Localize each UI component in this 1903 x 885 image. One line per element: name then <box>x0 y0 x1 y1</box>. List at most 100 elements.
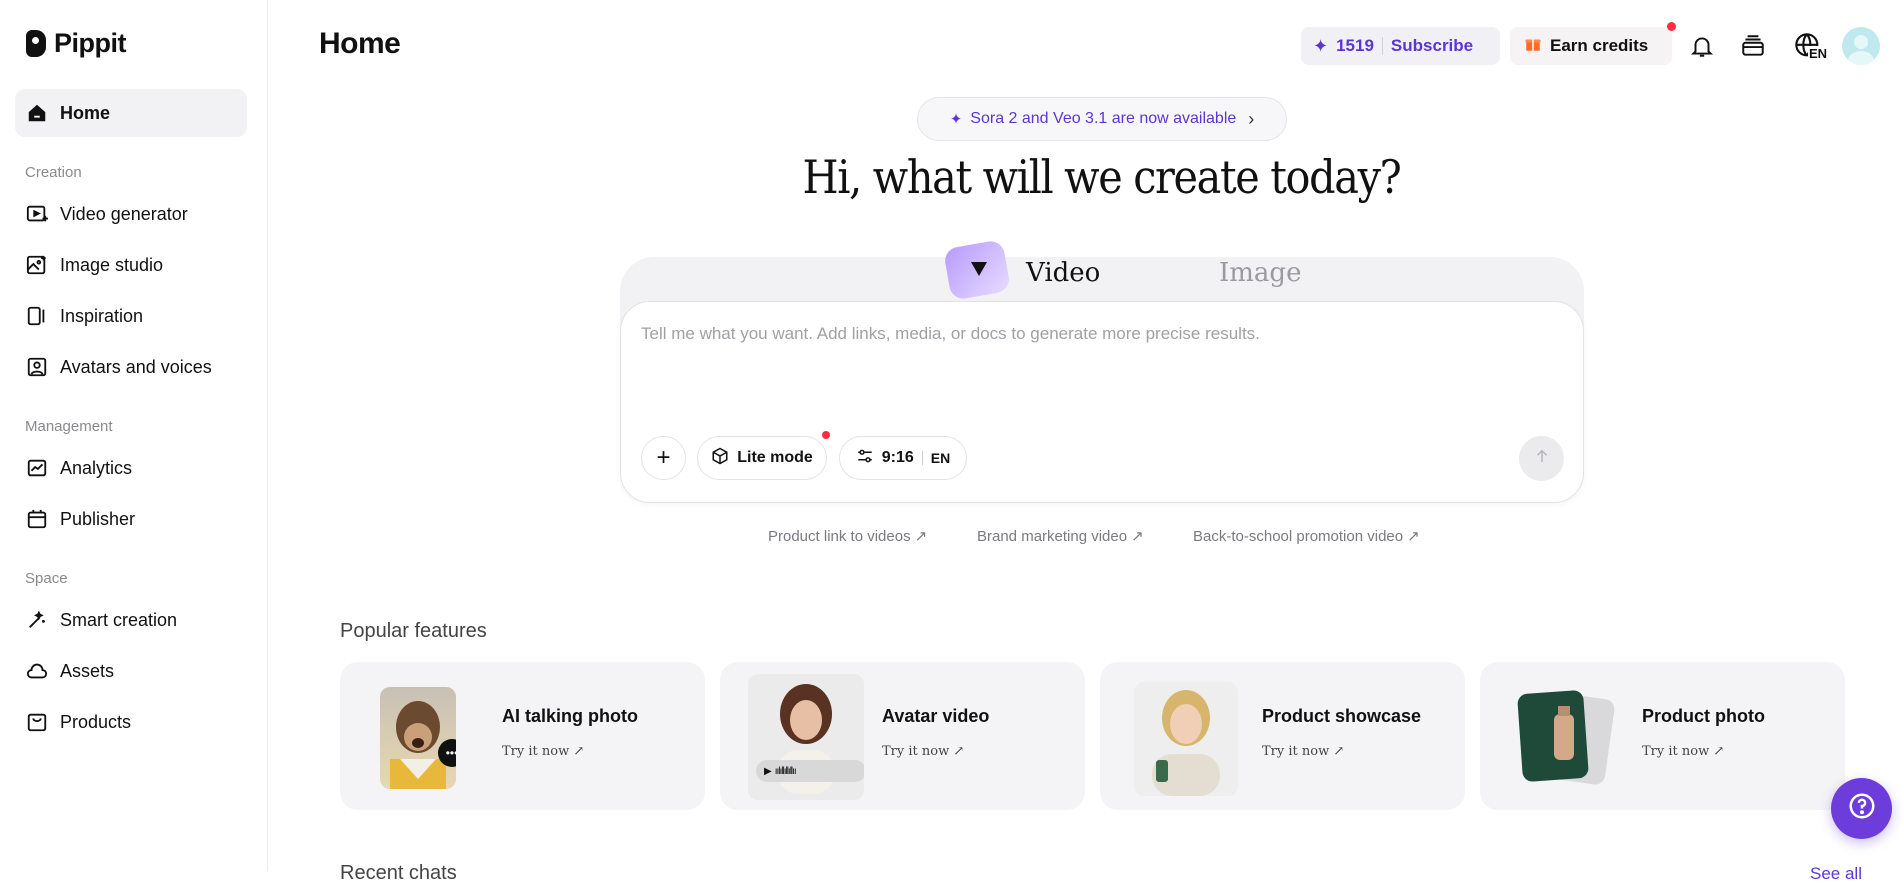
language-code: EN <box>1808 46 1829 61</box>
magic-wand-icon <box>26 609 48 631</box>
card-title: Product showcase <box>1262 706 1422 726</box>
plus-icon: + <box>656 444 671 471</box>
sidebar-item-avatars-voices[interactable]: Avatars and voices <box>15 343 247 391</box>
sidebar-item-label: Analytics <box>60 457 133 478</box>
credits-count: 1519 <box>1336 36 1374 55</box>
user-avatar[interactable] <box>1842 27 1880 65</box>
try-it-now-link[interactable]: Try it now ↗ <box>502 744 584 759</box>
divider <box>1381 37 1383 55</box>
notification-dot <box>1667 22 1676 31</box>
try-it-now-link[interactable]: Try it now ↗ <box>1262 744 1344 759</box>
help-button[interactable] <box>1831 778 1892 839</box>
arrow-up-icon <box>1533 447 1551 470</box>
sidebar-item-analytics[interactable]: Analytics <box>15 444 247 492</box>
logo[interactable]: Pippit <box>26 28 127 59</box>
sidebar-item-smart-creation[interactable]: Smart creation <box>15 596 247 644</box>
product-photo-thumbnail <box>1514 686 1618 790</box>
question-icon <box>1847 791 1877 826</box>
avatar-icon <box>26 356 48 378</box>
aspect-ratio-value: 9:16 <box>881 449 914 466</box>
video-mode-icon <box>941 234 1013 300</box>
suggestion-link[interactable]: Brand marketing video ↗ <box>977 527 1144 546</box>
suggestion-label: Product link to videos <box>768 527 911 545</box>
suggestion-link[interactable]: Back-to-school promotion video ↗ <box>1193 527 1420 546</box>
analytics-icon <box>26 457 48 479</box>
page-title: Home <box>319 27 401 60</box>
output-language-value: EN <box>930 450 951 466</box>
section-label-space: Space <box>25 570 68 587</box>
sidebar-item-products[interactable]: Products <box>15 698 247 746</box>
language-globe-icon[interactable]: EN <box>1788 30 1829 62</box>
product-showcase-thumbnail <box>1134 682 1238 796</box>
credits-pill[interactable]: ✦ 1519 Subscribe <box>1301 27 1500 65</box>
send-button[interactable] <box>1519 436 1564 481</box>
subscribe-button[interactable]: Subscribe <box>1391 36 1473 56</box>
bell-icon[interactable] <box>1686 30 1718 62</box>
card-title: Avatar video <box>882 706 990 726</box>
image-plus-icon <box>26 254 48 276</box>
sidebar-item-label: Smart creation <box>60 609 178 630</box>
sidebar-item-label: Home <box>60 102 111 123</box>
cloud-icon <box>26 660 48 682</box>
try-it-now-link[interactable]: Try it now ↗ <box>882 744 964 759</box>
section-label-creation: Creation <box>25 164 82 181</box>
sidebar-item-assets[interactable]: Assets <box>15 647 247 695</box>
lite-mode-button[interactable]: Lite mode <box>697 436 827 480</box>
external-arrow-icon: ↗ <box>1407 528 1420 545</box>
announcement-banner[interactable]: ✦ Sora 2 and Veo 3.1 are now available › <box>917 97 1287 141</box>
logo-icon <box>26 30 46 57</box>
feature-card-product-showcase[interactable]: Product showcase Try it now ↗ <box>1100 662 1465 810</box>
try-it-now-link[interactable]: Try it now ↗ <box>1642 744 1724 759</box>
sidebar-item-label: Publisher <box>60 508 136 529</box>
sidebar-item-image-studio[interactable]: Image studio <box>15 241 247 289</box>
sparkle-icon: ✦ <box>1313 35 1329 56</box>
earn-credits-label: Earn credits <box>1550 36 1649 55</box>
sidebar-item-publisher[interactable]: Publisher <box>15 495 247 543</box>
play-icon: ▶ <box>764 765 772 777</box>
settings-chip[interactable]: 9:16 EN <box>839 436 967 480</box>
tab-video[interactable]: Video <box>1026 258 1100 288</box>
add-attachment-button[interactable]: + <box>641 436 686 480</box>
gift-icon <box>1524 35 1542 58</box>
sidebar-item-inspiration[interactable]: Inspiration <box>15 292 247 340</box>
card-title: Product photo <box>1642 706 1765 726</box>
external-arrow-icon: ↗ <box>1131 528 1144 545</box>
wallet-icon[interactable] <box>1737 30 1769 62</box>
logo-text: Pippit <box>54 28 127 58</box>
feature-card-ai-talking-photo[interactable]: ••• AI talking photo Try it now ↗ <box>340 662 705 810</box>
announcement-text: Sora 2 and Veo 3.1 are now available <box>970 110 1237 127</box>
sidebar-item-home[interactable]: Home <box>15 89 247 137</box>
suggestion-label: Back-to-school promotion video <box>1193 527 1404 545</box>
feature-card-product-photo[interactable]: Product photo Try it now ↗ <box>1480 662 1845 810</box>
lite-mode-label: Lite mode <box>737 449 813 466</box>
video-plus-icon <box>26 203 48 225</box>
sidebar: Pippit Home Creation Video generator Ima… <box>0 0 268 871</box>
home-icon <box>26 102 48 124</box>
suggestion-link[interactable]: Product link to videos ↗ <box>768 527 927 546</box>
calendar-icon <box>26 508 48 530</box>
chimp-thumbnail: ••• <box>380 687 456 789</box>
feature-card-avatar-video[interactable]: ▶ ıılıllıllıllıı Avatar video Try it now… <box>720 662 1085 810</box>
chevron-right-icon: › <box>1248 108 1255 129</box>
prompt-composer: + Lite mode 9:16 EN <box>620 301 1584 503</box>
sidebar-item-label: Inspiration <box>60 305 144 326</box>
sparkle-icon: ✦ <box>949 111 963 128</box>
divider <box>921 451 923 465</box>
earn-credits-button[interactable]: Earn credits <box>1510 27 1672 65</box>
recent-chats-heading: Recent chats <box>340 862 457 884</box>
product-box-icon <box>26 711 48 733</box>
sidebar-item-label: Video generator <box>60 203 188 224</box>
prompt-input[interactable] <box>641 324 1541 344</box>
cube-icon <box>711 447 729 470</box>
tab-image[interactable]: Image <box>1219 258 1301 288</box>
inspiration-icon <box>26 305 48 327</box>
popular-features-heading: Popular features <box>340 620 487 642</box>
section-label-management: Management <box>25 418 113 435</box>
sidebar-item-label: Image studio <box>60 254 164 275</box>
sidebar-item-label: Assets <box>60 660 115 681</box>
avatar-thumbnail: ▶ ıılıllıllıllıı <box>748 674 864 800</box>
audio-waveform: ▶ ıılıllıllıllıı <box>756 760 864 782</box>
see-all-link[interactable]: See all <box>1810 864 1862 884</box>
sliders-icon <box>856 447 874 470</box>
notification-dot <box>822 431 830 439</box>
